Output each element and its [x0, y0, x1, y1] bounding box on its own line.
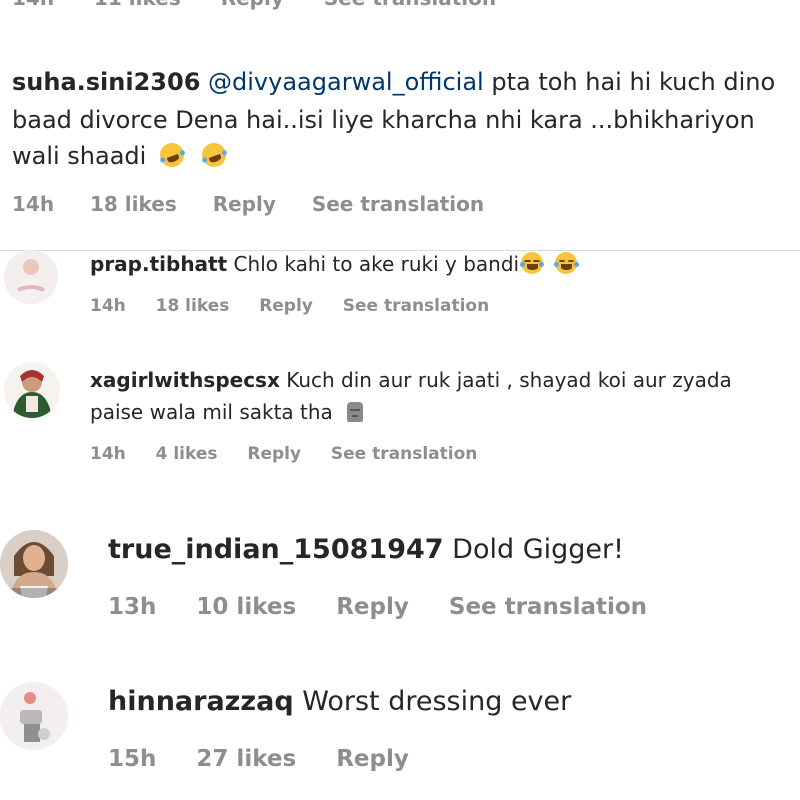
comment-meta: 14h 18 likes Reply See translation [12, 192, 484, 216]
avatar[interactable] [0, 530, 68, 598]
face-with-tears-of-joy-emoji [520, 252, 545, 274]
reply-button[interactable]: Reply [221, 0, 284, 10]
face-with-tears-of-joy-emoji [554, 252, 579, 274]
divider [0, 250, 800, 251]
like-count[interactable]: 4 likes [156, 444, 218, 464]
rolling-on-floor-laughing-emoji [198, 139, 230, 171]
avatar[interactable] [4, 362, 60, 418]
comment-text-line3: wali shaadi [12, 139, 230, 171]
reply-button[interactable]: Reply [336, 594, 409, 620]
comment-text-line1: suha.sini2306 @divyaagarwal_official pta… [12, 68, 776, 96]
username[interactable]: suha.sini2306 [12, 68, 200, 96]
like-count[interactable]: 11 likes [94, 0, 181, 10]
username[interactable]: prap.tibhatt [90, 252, 227, 276]
comment-text-line2: baad divorce Dena hai..isi liye kharcha … [12, 106, 755, 134]
timestamp: 15h [108, 746, 157, 772]
username[interactable]: xagirlwithspecsx [90, 368, 280, 392]
like-count[interactable]: 18 likes [90, 192, 177, 216]
comment-text: prap.tibhatt Chlo kahi to ake ruki y ban… [90, 252, 579, 276]
comment-meta-top: 14h 11 likes Reply See translation [12, 0, 496, 10]
comment-meta: 15h 27 likes Reply [108, 746, 409, 772]
username[interactable]: hinnarazzaq [108, 686, 294, 717]
see-translation-link[interactable]: See translation [331, 444, 477, 464]
comment-text: hinnarazzaq Worst dressing ever [108, 686, 572, 717]
like-count[interactable]: 27 likes [196, 746, 296, 772]
timestamp: 14h [12, 192, 55, 216]
comment-meta: 13h 10 likes Reply See translation [108, 594, 647, 620]
avatar[interactable] [4, 250, 58, 304]
see-translation-link[interactable]: See translation [449, 594, 647, 620]
timestamp: 14h [90, 444, 126, 464]
username[interactable]: true_indian_15081947 [108, 534, 444, 565]
see-translation-link[interactable]: See translation [343, 296, 489, 316]
moai-emoji [347, 402, 364, 422]
reply-button[interactable]: Reply [259, 296, 313, 316]
see-translation-link[interactable]: See translation [312, 192, 484, 216]
timestamp: 14h [90, 296, 126, 316]
reply-button[interactable]: Reply [336, 746, 409, 772]
comment-text: true_indian_15081947 Dold Gigger! [108, 534, 624, 565]
rolling-on-floor-laughing-emoji [156, 139, 188, 171]
mention-link[interactable]: @divyaagarwal_official [208, 68, 484, 96]
timestamp: 13h [108, 594, 157, 620]
reply-button[interactable]: Reply [213, 192, 276, 216]
comment-text-line1: xagirlwithspecsx Kuch din aur ruk jaati … [90, 368, 732, 392]
comment-text-line2: paise wala mil sakta tha [90, 400, 364, 424]
reply-button[interactable]: Reply [247, 444, 301, 464]
timestamp: 14h [12, 0, 54, 10]
see-translation-link[interactable]: See translation [324, 0, 496, 10]
like-count[interactable]: 18 likes [156, 296, 230, 316]
comment-meta: 14h 4 likes Reply See translation [90, 444, 477, 464]
like-count[interactable]: 10 likes [196, 594, 296, 620]
comment-meta: 14h 18 likes Reply See translation [90, 296, 489, 316]
avatar[interactable] [0, 682, 68, 750]
